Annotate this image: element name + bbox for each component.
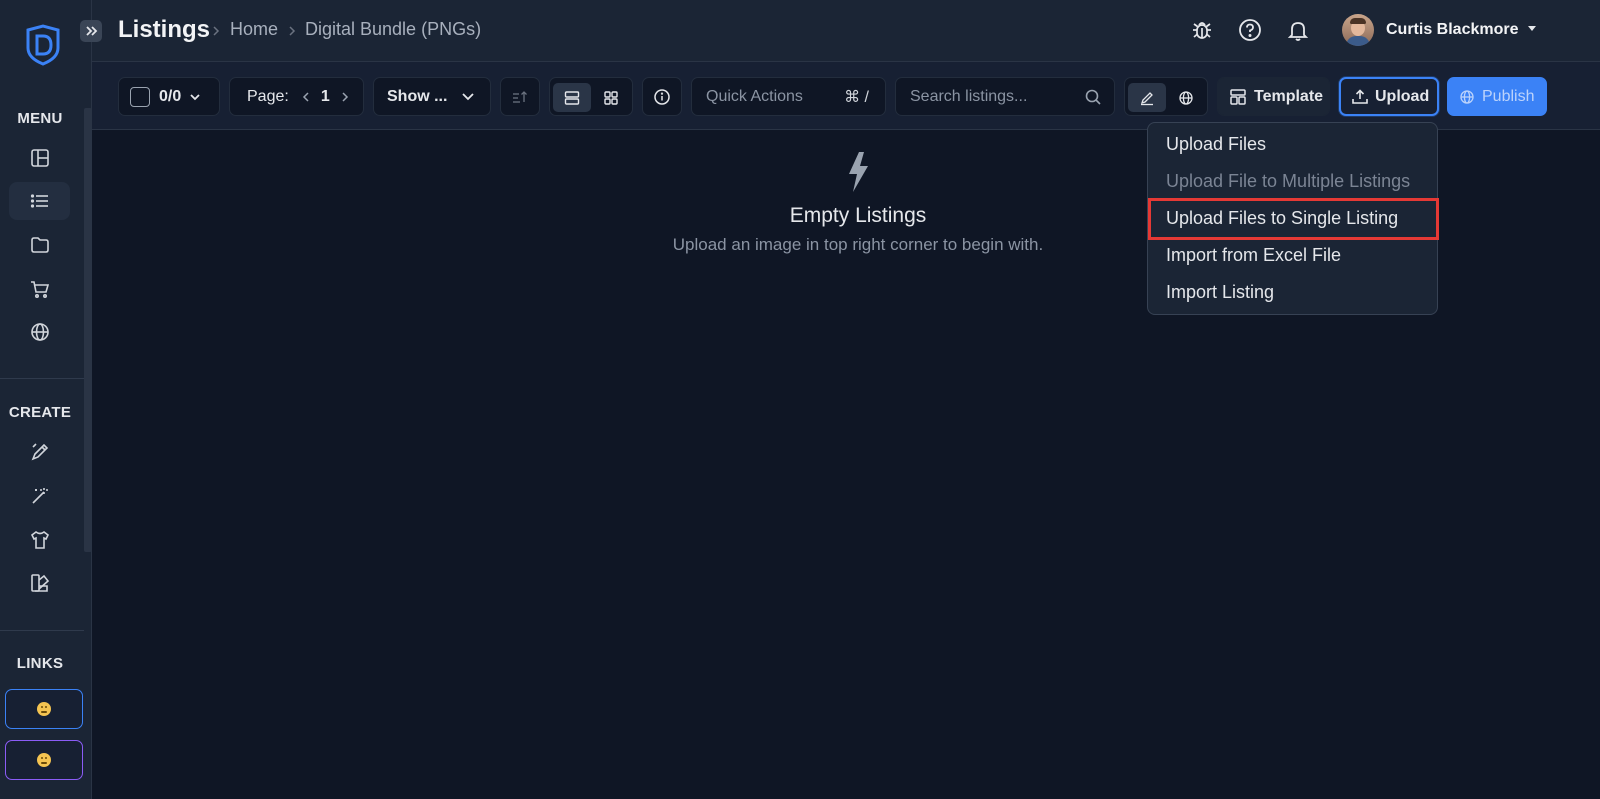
grid-icon <box>604 90 618 105</box>
sidebar-item-mockups[interactable] <box>9 521 70 559</box>
upload-menu: Upload Files Upload File to Multiple Lis… <box>1147 122 1439 315</box>
next-page-icon[interactable] <box>340 91 350 103</box>
page-number[interactable]: 1 <box>321 88 330 106</box>
select-all-control[interactable]: 0/0 <box>118 77 220 116</box>
menu-item-import-listing[interactable]: Import Listing <box>1166 282 1274 303</box>
dashboard-icon <box>30 149 49 167</box>
user-name[interactable]: Curtis Blackmore <box>1386 21 1519 39</box>
selection-count: 0/0 <box>159 87 182 105</box>
menu-heading: MENU <box>17 110 63 127</box>
globe-icon <box>1179 90 1193 105</box>
upload-button[interactable]: Upload <box>1339 77 1439 116</box>
sidebar-divider <box>0 378 84 379</box>
mode-toggle <box>1124 77 1208 116</box>
view-toggle <box>549 77 633 116</box>
globe-icon <box>1460 89 1474 104</box>
search-placeholder: Search listings... <box>910 87 1028 105</box>
create-heading: CREATE <box>8 404 72 421</box>
breadcrumb-home[interactable]: Home <box>230 19 278 40</box>
search-input[interactable]: Search listings... <box>895 77 1115 116</box>
sort-button[interactable] <box>500 77 540 116</box>
select-all-checkbox[interactable] <box>130 86 150 107</box>
emoji-icon <box>37 702 51 716</box>
chevron-right-icon <box>213 26 220 36</box>
menu-item-import-excel[interactable]: Import from Excel File <box>1166 245 1341 266</box>
help-button[interactable] <box>1236 16 1264 44</box>
globe-icon <box>30 323 49 341</box>
pen-icon <box>31 443 48 461</box>
breadcrumb-current[interactable]: Digital Bundle (PNGs) <box>305 19 481 40</box>
web-mode-button[interactable] <box>1167 83 1205 112</box>
menu-item-upload-files[interactable]: Upload Files <box>1166 134 1266 155</box>
tshirt-icon <box>30 531 49 549</box>
sidebar-link-2[interactable] <box>5 740 83 780</box>
menu-item-upload-multiple: Upload File to Multiple Listings <box>1166 171 1411 191</box>
lightning-icon <box>849 152 868 192</box>
grid-view-button[interactable] <box>592 83 630 112</box>
upload-icon <box>1352 88 1368 104</box>
sort-icon <box>513 90 527 103</box>
bug-icon <box>1193 22 1211 39</box>
publish-label: Publish <box>1482 87 1535 105</box>
upload-label: Upload <box>1375 87 1430 105</box>
emoji-icon <box>37 753 51 767</box>
sidebar-item-palette[interactable] <box>9 564 70 602</box>
sidebar-item-dashboard[interactable] <box>9 139 70 177</box>
page-title: Listings <box>118 16 211 43</box>
app-logo-icon[interactable] <box>24 24 62 66</box>
sidebar-item-design[interactable] <box>9 433 70 471</box>
quick-actions-placeholder: Quick Actions <box>706 87 803 105</box>
list-view-button[interactable] <box>553 83 591 112</box>
sidebar-item-web[interactable] <box>9 313 70 351</box>
highlight-box <box>1148 198 1439 240</box>
template-button[interactable]: Template <box>1217 77 1330 116</box>
help-icon <box>1239 19 1261 41</box>
palette-icon <box>30 574 49 592</box>
prev-page-icon[interactable] <box>301 91 311 103</box>
quick-actions-input[interactable]: Quick Actions ⌘ / <box>691 77 886 116</box>
links-heading: LINKS <box>16 655 64 672</box>
user-menu-caret-icon[interactable] <box>1528 26 1536 31</box>
magic-wand-icon <box>31 488 48 504</box>
pagination: Page: 1 <box>229 77 364 116</box>
search-icon <box>1085 89 1101 105</box>
expand-sidebar-button[interactable] <box>80 20 102 42</box>
bell-icon <box>1287 22 1309 41</box>
template-label: Template <box>1254 87 1324 105</box>
sidebar-item-shop[interactable] <box>9 270 70 308</box>
sidebar-scrollbar[interactable] <box>84 108 92 552</box>
publish-button[interactable]: Publish <box>1447 77 1547 116</box>
show-select-value: Show ... <box>387 87 448 105</box>
show-select[interactable]: Show ... <box>373 77 491 116</box>
chevron-right-icon <box>289 26 296 36</box>
avatar[interactable] <box>1342 14 1374 46</box>
cart-icon <box>30 281 49 298</box>
rows-icon <box>564 90 580 105</box>
pencil-icon <box>1140 91 1153 105</box>
edit-mode-button[interactable] <box>1128 83 1166 112</box>
quick-actions-shortcut: ⌘ / <box>844 88 869 106</box>
page-label: Page: <box>247 87 289 105</box>
info-button[interactable] <box>642 77 682 116</box>
chevron-down-icon <box>462 92 475 100</box>
sidebar-divider <box>0 630 84 631</box>
notifications-button[interactable] <box>1284 16 1312 44</box>
chevron-down-icon <box>190 93 200 100</box>
sidebar-link-1[interactable] <box>5 689 83 729</box>
bug-report-button[interactable] <box>1188 16 1216 44</box>
info-icon <box>654 88 670 105</box>
sidebar-item-ai[interactable] <box>9 477 70 515</box>
template-icon <box>1230 88 1246 105</box>
double-chevron-right-icon <box>86 26 98 36</box>
sidebar: MENU CREATE LINKS <box>0 0 92 799</box>
